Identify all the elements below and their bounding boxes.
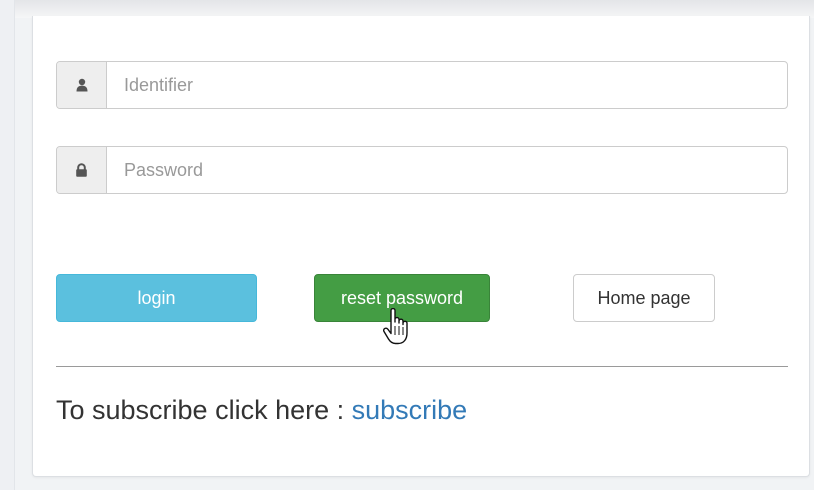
page: login reset password Home page To subscr… <box>0 0 814 490</box>
identifier-input[interactable] <box>107 62 787 108</box>
user-icon <box>57 62 107 108</box>
subscribe-link[interactable]: subscribe <box>352 395 468 425</box>
subscribe-prompt: To subscribe click here : <box>56 395 352 425</box>
home-page-button[interactable]: Home page <box>573 274 715 322</box>
password-input[interactable] <box>107 147 787 193</box>
divider <box>56 366 788 367</box>
login-button[interactable]: login <box>56 274 257 322</box>
lock-icon <box>57 147 107 193</box>
subscribe-line: To subscribe click here : subscribe <box>56 395 467 426</box>
home-page-button-label: Home page <box>597 287 691 308</box>
password-input-group <box>56 146 788 194</box>
reset-password-button-label: reset password <box>340 287 464 308</box>
hand-pointer-icon <box>382 307 410 351</box>
identifier-input-group <box>56 61 788 109</box>
login-button-label: login <box>137 287 176 308</box>
left-strip <box>0 0 15 490</box>
